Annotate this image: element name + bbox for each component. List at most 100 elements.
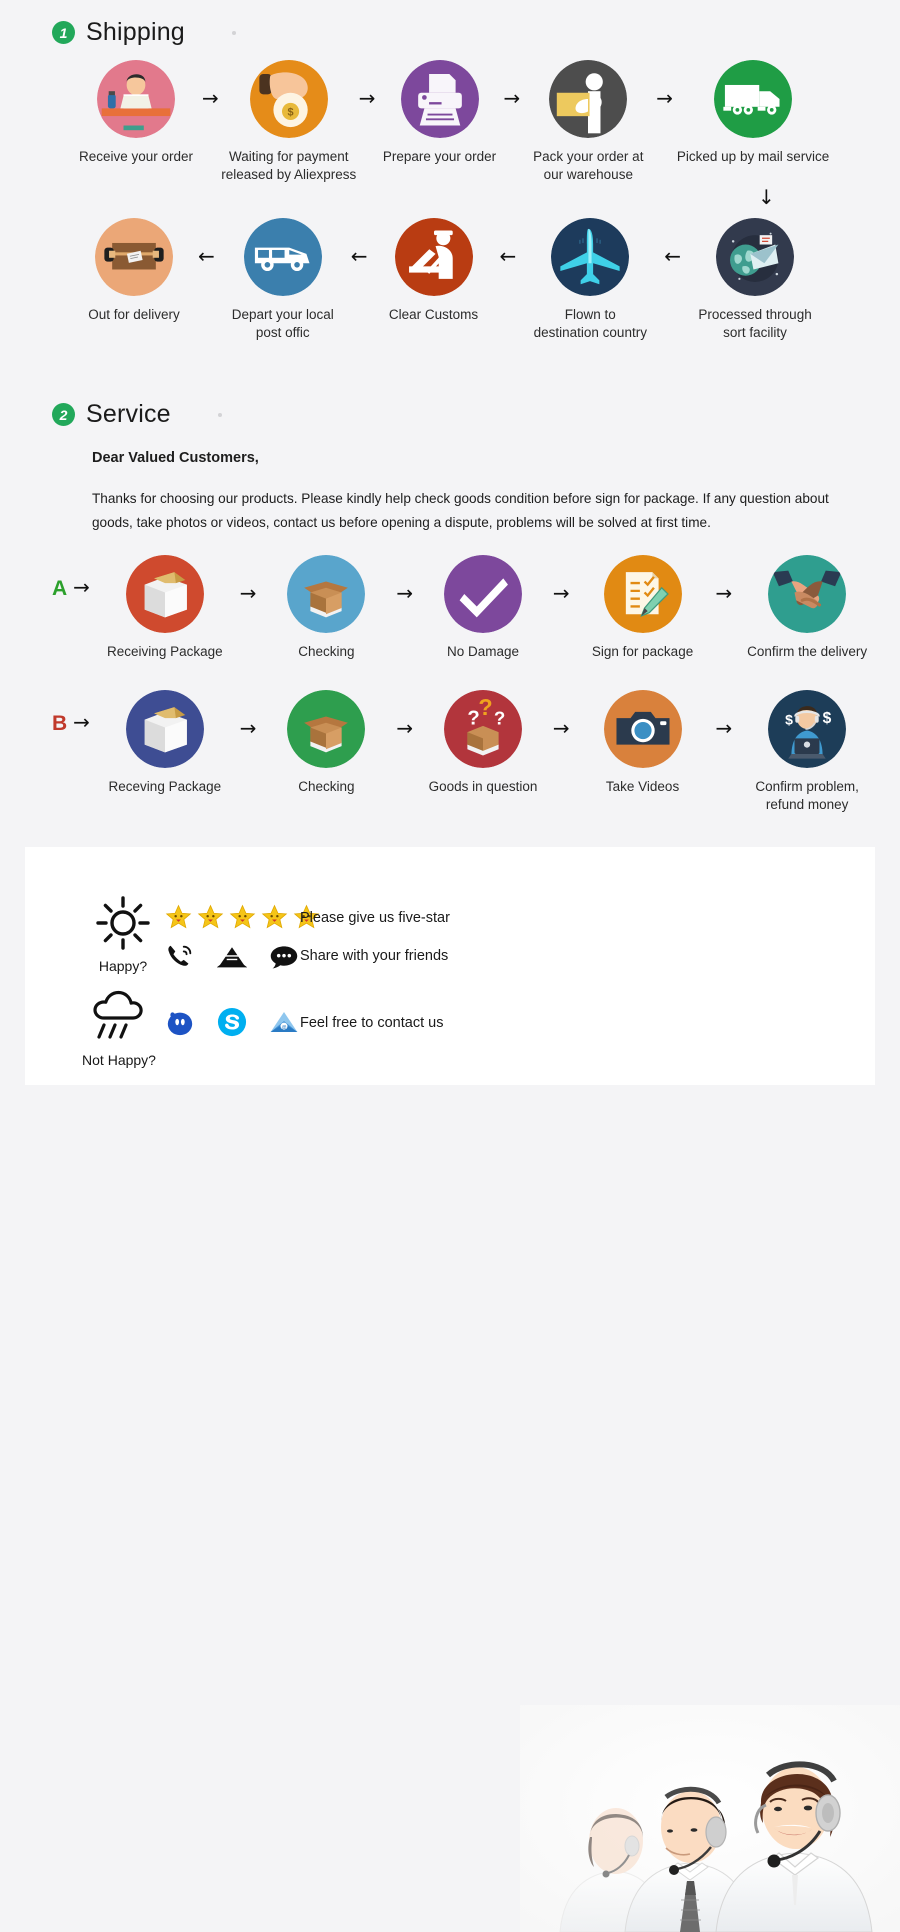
smiley-star-icon[interactable] [229, 904, 256, 930]
flow-step: Clear Customs [368, 218, 500, 324]
smiley-star-icon[interactable] [197, 904, 224, 930]
sun-icon [96, 896, 150, 950]
flow-arrow-right: → [715, 581, 733, 605]
header-decorative-dot-2 [217, 412, 222, 417]
flow-step: Receving Package [90, 690, 240, 796]
flow-step: $ $ Confirm problem, refund money [732, 690, 882, 814]
flow-arrow-right: → [396, 581, 414, 605]
sealed-carton-icon [125, 555, 204, 633]
smiley-star-icon[interactable] [261, 904, 288, 930]
flow-arrow-left: ← [499, 244, 517, 268]
delivery-van-icon [243, 218, 322, 296]
flow-arrow-right: → [715, 716, 733, 740]
flow-step: Depart your local post offic [215, 218, 351, 342]
question-box-icon: ??? [443, 690, 522, 768]
flow-arrow-right: → [552, 716, 570, 740]
phone-ring-icon[interactable] [165, 942, 195, 972]
share-icons-row [165, 942, 321, 972]
flow-step-label: Prepare your order [382, 149, 497, 164]
flow-step-label: Confirm the delivery [747, 644, 868, 659]
flow-arrow-left: ← [350, 244, 368, 268]
flow-step-label: Confirm problem, refund money [755, 779, 859, 812]
shipping-title: Shipping [86, 18, 185, 46]
flow-step-label: Pack your order at our warehouse [533, 149, 644, 182]
service-flow-row-a: A → Receiving Package → Checking → No Damage → S… [52, 555, 882, 661]
airplane-icon [551, 218, 630, 296]
email-envelope-icon[interactable]: @ [269, 1007, 299, 1037]
flow-arrow-right: → [358, 86, 376, 110]
shipping-badge-number: 1 [52, 21, 75, 44]
flow-step-label: Flown to destination country [533, 307, 647, 340]
flow-step-label: Receving Package [108, 779, 222, 794]
flow-arrow-right: → [202, 86, 219, 110]
flow-step: Checking [257, 555, 397, 661]
rain-cloud-icon [93, 990, 143, 1039]
flow-step-label: Clear Customs [388, 307, 479, 322]
flow-step: Out for delivery [70, 218, 198, 324]
printer-icon [400, 60, 479, 138]
worker-packing-icon [549, 60, 628, 138]
flow-step: Take Videos [570, 690, 716, 796]
support-agent-money-icon: $ $ [768, 690, 847, 768]
contact-us-text: Feel free to contact us [300, 1015, 444, 1031]
qq-messenger-icon[interactable] [165, 1007, 195, 1037]
flow-step: Receiving Package [90, 555, 240, 661]
svg-text:$: $ [823, 710, 832, 727]
flow-step: Confirm the delivery [732, 555, 882, 661]
flow-step-label: Processed through sort facility [698, 307, 812, 340]
not-happy-label: Not Happy? [82, 1052, 156, 1068]
flow-step-label: Receiving Package [107, 644, 223, 659]
shipping-flow-row-2: Out for delivery ← Depart your local post … [70, 218, 890, 342]
parcel-box-icon [95, 218, 173, 296]
svg-text:?: ? [494, 707, 505, 728]
flow-arrow-right: → [239, 716, 257, 740]
flow-arrow-left: ← [198, 244, 215, 268]
service-flow-row-b: B → Receving Package → Checking →??? Goods in … [52, 690, 882, 814]
five-star-text: Please give us five-star [300, 910, 450, 926]
contact-support-card: Happy? Please give us five-star Share wi… [25, 847, 900, 1932]
person-at-laptop-icon [97, 60, 175, 138]
flow-step-label: Receive your order [78, 149, 194, 164]
flow-step: Prepare your order [376, 60, 504, 166]
delivery-truck-icon [714, 60, 793, 138]
customs-officer-icon [394, 218, 473, 296]
hand-money-bag-icon: $ [249, 60, 328, 138]
svg-text:$: $ [785, 711, 793, 727]
smiley-star-icon[interactable] [165, 904, 192, 930]
flow-arrow-right: → [552, 581, 570, 605]
flow-step-label: Take Videos [605, 779, 680, 794]
share-friends-text: Share with your friends [300, 948, 449, 964]
flow-step-label: Out for delivery [88, 307, 180, 322]
flow-arrow-right: → [73, 575, 90, 599]
flow-arrow-down: ↓ [758, 185, 775, 209]
camera-icon [603, 690, 682, 768]
header-decorative-dot [231, 30, 236, 35]
shipping-section-header: 1 Shipping [52, 18, 236, 47]
flow-row-letter: B [52, 712, 68, 735]
flow-step-label: Checking [298, 644, 355, 659]
sign-document-icon [603, 555, 682, 633]
flow-step-label: Sign for package [591, 644, 694, 659]
flow-step: $ Waiting for payment released by Aliexpr… [219, 60, 359, 184]
flow-arrow-right: → [396, 716, 414, 740]
service-section-header: 2 Service [52, 400, 222, 429]
service-title: Service [86, 400, 171, 428]
open-carton-icon [287, 690, 366, 768]
chat-bubble-icon[interactable] [269, 942, 299, 972]
contact-icons-row: @ [165, 1007, 321, 1037]
flow-step-label: No Damage [446, 644, 519, 659]
flow-step: Picked up by mail service [673, 60, 833, 166]
flow-step-label: Picked up by mail service [676, 149, 830, 164]
customer-service-agents-photo [520, 1705, 900, 1932]
skype-icon[interactable] [217, 1007, 247, 1037]
handshake-icon [768, 555, 847, 633]
mail-envelope-icon[interactable] [217, 942, 247, 972]
happy-label: Happy? [98, 958, 148, 974]
flow-row-letter: A [52, 577, 68, 600]
happy-mood-block: Happy? [77, 895, 169, 974]
svg-text:$: $ [287, 106, 293, 118]
greeting-text: Dear Valued Customers, [92, 450, 259, 466]
flow-arrow-right: → [73, 710, 90, 734]
flow-step: Processed through sort facility [681, 218, 829, 342]
flow-step-label: Goods in question [428, 779, 538, 794]
